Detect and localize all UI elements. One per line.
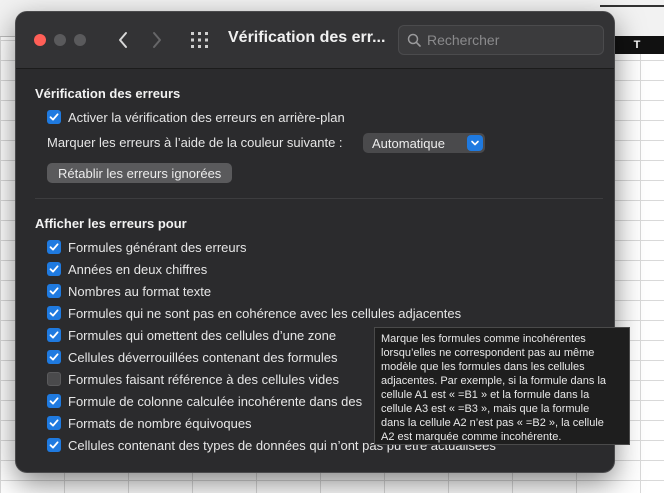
minimize-window-button[interactable] [54, 34, 66, 46]
rule-label: Formules générant des erreurs [68, 239, 247, 255]
rule-label: Formule de colonne calculée incohérente … [68, 393, 363, 409]
rule-checkbox-omit-cells[interactable]: Formules qui omettent des cellules d’une… [47, 326, 336, 344]
tooltip-line: dans la cellule A2 n’est pas « =B2 », la… [381, 417, 604, 429]
rule-label: Formules qui omettent des cellules d’une… [68, 327, 337, 343]
column-header-label: T [633, 39, 641, 51]
tooltip-line: cellule A3 est « =B3 », mais que la form… [381, 403, 590, 415]
rule-checkbox-numbers-as-text[interactable]: Nombres au format texte [47, 282, 211, 300]
search-icon [407, 33, 421, 47]
tooltip-line: lorsqu’elles ne correspondent pas au mêm… [381, 347, 595, 359]
window-titlebar: Vérification des err... [16, 12, 614, 69]
rule-checkbox-inconsistent-formulas[interactable]: Formules qui ne sont pas en cohérence av… [47, 304, 461, 322]
rule-label: Formules qui ne sont pas en cohérence av… [68, 305, 462, 321]
column-header-t[interactable]: T [610, 36, 664, 54]
section-title-show-errors: Afficher les erreurs pour [35, 216, 187, 231]
background-check-label: Activer la vérification des erreurs en a… [68, 109, 345, 125]
error-color-select[interactable]: Automatique [363, 133, 485, 153]
checkbox-checked-icon[interactable] [47, 350, 61, 364]
tooltip-line: A2 est marquée comme incohérente. [381, 431, 562, 443]
checkbox-checked-icon[interactable] [47, 328, 61, 342]
spreadsheet-divider [600, 5, 664, 7]
chevron-down-icon [467, 135, 483, 151]
rule-checkbox-empty-cells[interactable]: Formules faisant référence à des cellule… [47, 370, 339, 388]
rule-label: Années en deux chiffres [68, 261, 208, 277]
checkbox-checked-icon[interactable] [47, 416, 61, 430]
show-all-preferences-button[interactable] [190, 31, 210, 49]
checkbox-unchecked-icon[interactable] [47, 372, 61, 386]
rule-checkbox-misleading-formats[interactable]: Formats de nombre équivoques [47, 414, 252, 432]
error-color-label: Marquer les erreurs à l’aide de la coule… [47, 135, 343, 150]
checkbox-checked-icon[interactable] [47, 284, 61, 298]
tooltip-line: Marque les formules comme incohérentes [381, 333, 586, 345]
rule-label: Nombres au format texte [68, 283, 212, 299]
rule-label: Formules faisant référence à des cellule… [68, 371, 339, 387]
rule-checkbox-unlocked-cells[interactable]: Cellules déverrouillées contenant des fo… [47, 348, 338, 366]
tooltip-line: modèle que les formules dans les cellule… [381, 361, 585, 373]
chevron-left-icon [119, 32, 127, 48]
background-check-checkbox[interactable]: Activer la vérification des erreurs en a… [47, 108, 345, 126]
error-color-value: Automatique [372, 135, 445, 151]
checkbox-checked-icon[interactable] [47, 438, 61, 452]
tooltip-line: adjacentes. Par exemple, si la formule d… [381, 375, 607, 387]
tooltip-line: cellule A1 est « =B1 » et la formule dan… [381, 389, 590, 401]
rule-label: Formats de nombre équivoques [68, 415, 252, 431]
section-divider [35, 198, 603, 199]
help-tooltip: Marque les formules comme incohérentes l… [374, 327, 630, 445]
checkbox-checked-icon[interactable] [47, 306, 61, 320]
rule-checkbox-two-digit-years[interactable]: Années en deux chiffres [47, 260, 207, 278]
window-title: Vérification des err... [228, 29, 386, 46]
search-input[interactable] [425, 29, 599, 51]
checkbox-checked-icon[interactable] [47, 240, 61, 254]
checkbox-checked-icon[interactable] [47, 110, 61, 124]
back-button[interactable] [112, 26, 136, 54]
search-field[interactable] [398, 25, 604, 55]
reset-ignored-errors-button[interactable]: Rétablir les erreurs ignorées [47, 163, 233, 183]
forward-button[interactable] [144, 26, 168, 54]
close-window-button[interactable] [34, 34, 46, 46]
rule-label: Cellules déverrouillées contenant des fo… [68, 349, 338, 365]
rule-checkbox-calculated-column[interactable]: Formule de colonne calculée incohérente … [47, 392, 362, 410]
grid-icon [191, 32, 208, 48]
checkbox-checked-icon[interactable] [47, 394, 61, 408]
checkbox-checked-icon[interactable] [47, 262, 61, 276]
rule-checkbox-formula-errors[interactable]: Formules générant des erreurs [47, 238, 246, 256]
section-title-error-checking: Vérification des erreurs [35, 86, 181, 101]
zoom-window-button[interactable] [74, 34, 86, 46]
chevron-right-icon [153, 32, 161, 48]
